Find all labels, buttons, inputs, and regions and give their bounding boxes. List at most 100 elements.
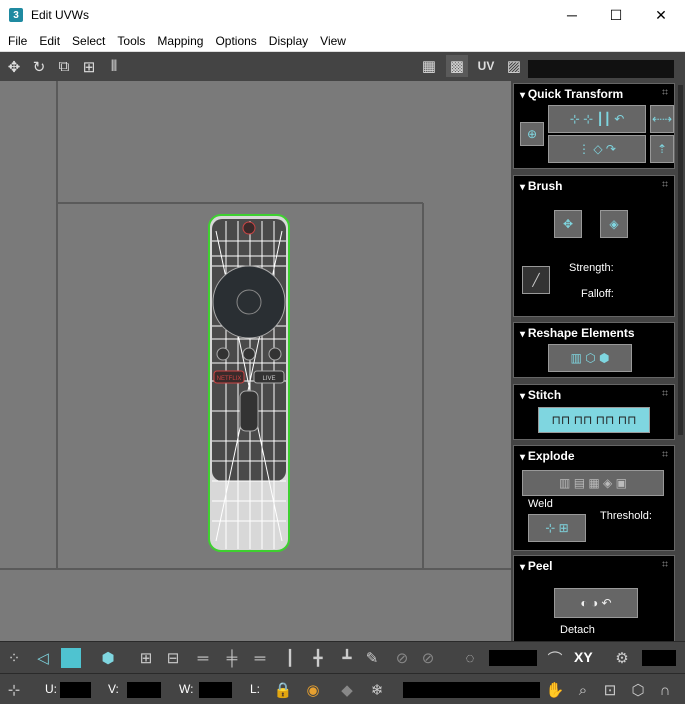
peel-rollout: Peel ◐ ◑ ↶ Detach	[513, 555, 675, 641]
paint-select-icon[interactable]: ✎	[362, 648, 382, 668]
reshape-elements-title[interactable]: Reshape Elements	[520, 326, 635, 340]
brush-size-icon[interactable]: ⊘	[392, 648, 412, 668]
minimize-button[interactable]: ─	[549, 0, 595, 30]
menu-edit[interactable]: Edit	[33, 34, 66, 48]
explode-title[interactable]: Explode	[520, 449, 575, 463]
menu-file[interactable]: File	[0, 34, 33, 48]
uv-canvas[interactable]: NETFLIX LIVE	[0, 81, 511, 641]
stitch-title[interactable]: Stitch	[520, 388, 561, 402]
hide-icon[interactable]: ◆	[337, 680, 357, 700]
brush-title[interactable]: Brush	[520, 179, 563, 193]
grip-icon[interactable]	[662, 390, 668, 396]
u-field[interactable]	[60, 682, 91, 698]
window-title: Edit UVWs	[31, 8, 90, 22]
select-face-icon[interactable]	[61, 648, 81, 668]
texture-dropdown[interactable]	[528, 60, 674, 78]
value-field[interactable]	[642, 650, 676, 666]
transform-mode-icon[interactable]: ⊹	[4, 680, 24, 700]
lock-icon[interactable]: 🔒	[273, 680, 293, 700]
snap-icon[interactable]: ∩	[655, 680, 675, 700]
quick-transform-title[interactable]: Quick Transform	[520, 87, 623, 101]
rotate-angle-icon[interactable]: ◌	[460, 648, 480, 668]
pinned-edges-icon[interactable]: ┃	[280, 648, 300, 668]
uv-viewport[interactable]: NETFLIX LIVE	[0, 81, 511, 641]
shrink-selection-icon[interactable]: ⊟	[163, 648, 183, 668]
ring-icon[interactable]: ╪	[222, 648, 242, 668]
maximize-button[interactable]: ☐	[593, 0, 639, 30]
reshape-elements-rollout: Reshape Elements ▥ ⬡ ⬢	[513, 322, 675, 378]
dpad-center-button	[236, 289, 262, 315]
brush-rollout: Brush ✥ ◈ ╱ Strength: Falloff:	[513, 175, 675, 317]
grip-icon[interactable]	[662, 561, 668, 567]
edge-loop-icon[interactable]: ═	[250, 648, 270, 668]
rotate-tools-group[interactable]: ⋮ ◇ ↷	[548, 135, 646, 163]
relax-brush-icon[interactable]: ◈	[600, 210, 628, 238]
grip-icon[interactable]	[662, 89, 668, 95]
uv-toggle-icon[interactable]: UV	[475, 55, 497, 77]
reshape-tools-group[interactable]: ▥ ⬡ ⬢	[548, 344, 632, 372]
scale-icon[interactable]: ⧉	[53, 56, 75, 78]
grip-icon[interactable]	[662, 181, 668, 187]
threshold-label: Threshold:	[600, 510, 652, 522]
back-button	[242, 347, 256, 361]
panel-scrollbar[interactable]	[678, 85, 683, 435]
mirror-icon[interactable]: ⫴	[103, 56, 125, 78]
falloff-label: Falloff:	[581, 288, 614, 300]
texture-settings-icon[interactable]: ▨	[503, 55, 525, 77]
select-element-icon[interactable]: ⁘	[4, 648, 24, 668]
menu-view[interactable]: View	[314, 34, 352, 48]
paint-move-icon[interactable]: ✥	[554, 210, 582, 238]
v-field[interactable]	[127, 682, 161, 698]
w-label: W:	[179, 682, 194, 696]
xy-toggle[interactable]: XY	[574, 649, 593, 665]
stitch-tools-group[interactable]: ⊓⊓ ⊓⊓ ⊓⊓ ⊓⊓	[538, 407, 650, 433]
angle-field[interactable]	[489, 650, 537, 666]
menu-display[interactable]: Display	[263, 34, 314, 48]
power-button	[242, 221, 256, 235]
explode-tools-group[interactable]: ▥ ▤ ▦ ◈ ▣	[522, 470, 664, 496]
freeform-icon[interactable]: ⊞	[78, 56, 100, 78]
rotate-icon[interactable]: ↻	[28, 56, 50, 78]
menu-mapping[interactable]: Mapping	[151, 34, 209, 48]
zoom-extents-icon[interactable]: ⬡	[628, 680, 648, 700]
peel-title[interactable]: Peel	[520, 559, 553, 573]
close-button[interactable]: ✕	[638, 0, 684, 30]
checker-map-icon[interactable]: ▩	[446, 55, 468, 77]
grow-selection-icon[interactable]: ⊞	[136, 648, 156, 668]
menu-tools[interactable]: Tools	[111, 34, 151, 48]
app-icon: 3	[9, 8, 23, 22]
pan-icon[interactable]: ✋	[545, 680, 565, 700]
remote-uv-shell: NETFLIX LIVE	[208, 214, 290, 552]
l-label: L:	[250, 682, 261, 696]
align-tools-group[interactable]: ⊹ ⊹ ┃┃ ↶	[548, 105, 646, 133]
brush-falloff-curve-icon[interactable]: ╱	[522, 266, 550, 294]
menu-select[interactable]: Select	[66, 34, 111, 48]
space-horizontal-icon[interactable]: ⇠⇢	[650, 105, 674, 133]
selection-dropdown[interactable]	[403, 682, 540, 698]
align-center-icon[interactable]: ⊕	[520, 122, 544, 146]
space-vertical-icon[interactable]: ⇡	[650, 135, 674, 163]
zoom-icon[interactable]: ⌕	[573, 680, 593, 700]
weld-label: Weld	[528, 498, 553, 510]
move-icon[interactable]: ✥	[3, 56, 25, 78]
quick-transform-rollout: Quick Transform ⊕ ⊹ ⊹ ┃┃ ↶ ⋮ ◇ ↷ ⇠⇢ ⇡	[513, 83, 675, 169]
grip-icon[interactable]	[662, 451, 668, 457]
loop-icon[interactable]: ═	[193, 648, 213, 668]
curve-icon[interactable]: ⌒	[545, 648, 565, 668]
title-bar: 3 Edit UVWs ─ ☐ ✕	[0, 0, 685, 30]
freeze-icon[interactable]: ❄	[367, 680, 387, 700]
gear-icon[interactable]: ⚙	[612, 648, 632, 668]
eye-icon[interactable]: ◉	[303, 680, 323, 700]
zoom-region-icon[interactable]: ⊡	[600, 680, 620, 700]
peel-tools-group[interactable]: ◐ ◑ ↶	[554, 588, 638, 618]
checker-pattern-icon[interactable]: ▦	[418, 55, 440, 77]
weld-tools-group[interactable]: ⊹ ⊞	[528, 514, 586, 542]
select-vertex-icon[interactable]: ◁	[33, 648, 53, 668]
brush-strength-icon[interactable]: ⊘	[418, 648, 438, 668]
select-element-mode-icon[interactable]: ⬢	[98, 648, 118, 668]
explode-rollout: Explode ▥ ▤ ▦ ◈ ▣ Weld ⊹ ⊞ Threshold:	[513, 445, 675, 551]
select-by-element-icon[interactable]: ╋	[308, 648, 328, 668]
soft-select-icon[interactable]: ┻	[337, 648, 357, 668]
w-field[interactable]	[199, 682, 232, 698]
menu-options[interactable]: Options	[209, 34, 262, 48]
